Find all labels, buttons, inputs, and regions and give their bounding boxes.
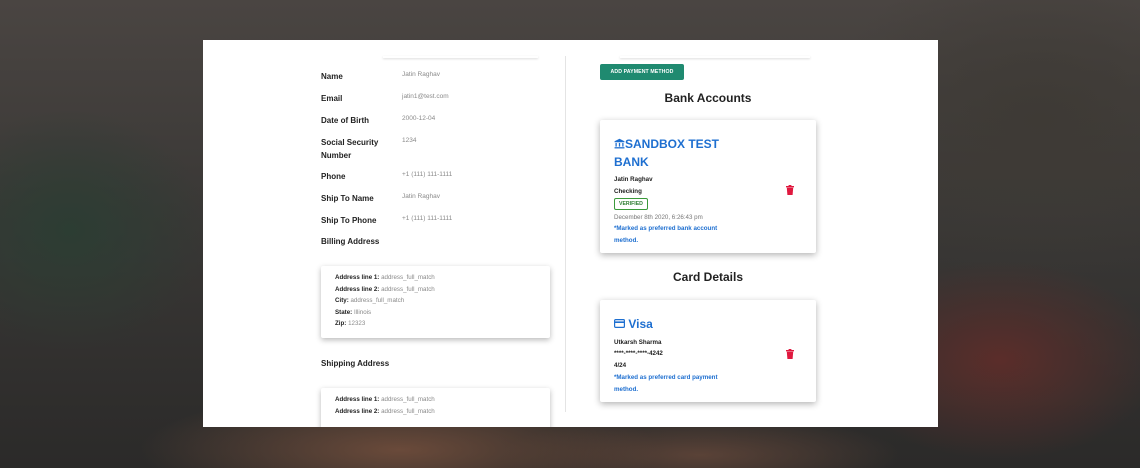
field-label: Date of Birth (321, 116, 369, 125)
field-label: Name (321, 72, 343, 81)
account-details-panel: Name Jatin Raghav Email jatin1@test.com … (203, 40, 938, 427)
address-state: State: Illinois (335, 309, 372, 316)
left-card-edge (383, 56, 538, 58)
bank-icon (614, 137, 625, 154)
field-value: 1234 (402, 137, 417, 144)
shipping-address-label: Shipping Address (321, 359, 390, 368)
address-zip: Zip: 12323 (335, 320, 366, 327)
field-value: +1 (111) 111-1111 (402, 215, 453, 222)
field-value: Jatin Raghav (402, 193, 440, 200)
address-line-1: Address line 1: address_full_match (335, 274, 435, 281)
address-line-2: Address line 2: address_full_match (335, 286, 435, 293)
billing-address-card: Address line 1: address_full_match Addre… (321, 266, 550, 338)
card-brand: Visa (614, 316, 653, 333)
bank-name: SANDBOX TEST BANK (614, 137, 720, 169)
trash-icon[interactable] (786, 182, 794, 200)
field-label: Social Security Number (321, 138, 379, 160)
address-line-1: Address line 1: address_full_match (335, 396, 435, 403)
card-number: ****-****-****-4242 (614, 350, 663, 357)
field-label: Ship To Phone (321, 216, 377, 225)
address-line-2: Address line 2: address_full_match (335, 408, 435, 415)
bank-accounts-heading: Bank Accounts (664, 91, 752, 105)
field-value: Jatin Raghav (402, 71, 440, 78)
card-holder-name: Utkarsh Sharma (614, 339, 662, 346)
add-payment-method-button[interactable]: ADD PAYMENT METHOD (600, 64, 684, 80)
trash-icon[interactable] (786, 346, 794, 364)
field-label: Ship To Name (321, 194, 374, 203)
field-value: 2000-12-04 (402, 115, 436, 122)
field-value: +1 (111) 111-1111 (402, 171, 453, 178)
column-divider (565, 56, 566, 412)
bank-account-card: SANDBOX TEST BANK Jatin Raghav Checking V… (600, 120, 816, 253)
bank-account-type: Checking (614, 188, 642, 195)
credit-card-icon (614, 316, 626, 333)
preferred-card-note: *Marked as preferred card payment method. (614, 374, 718, 393)
field-label: Phone (321, 172, 346, 181)
payment-card-card: Visa Utkarsh Sharma ****-****-****-4242 … (600, 300, 816, 402)
field-value: jatin1@test.com (402, 93, 449, 100)
shipping-address-card: Address line 1: address_full_match Addre… (321, 388, 550, 427)
bank-added-date: December 8th 2020, 6:26:43 pm (614, 214, 703, 221)
billing-address-label: Billing Address (321, 237, 380, 246)
verified-badge: VERIFIED (614, 198, 648, 210)
preferred-bank-note: *Marked as preferred bank account method. (614, 225, 718, 244)
card-details-heading: Card Details (672, 270, 744, 284)
bank-holder-name: Jatin Raghav (614, 176, 653, 183)
address-city: City: address_full_match (335, 297, 405, 304)
field-label: Email (321, 94, 343, 103)
card-expiry: 4/24 (614, 362, 627, 369)
right-card-edge (620, 56, 810, 58)
